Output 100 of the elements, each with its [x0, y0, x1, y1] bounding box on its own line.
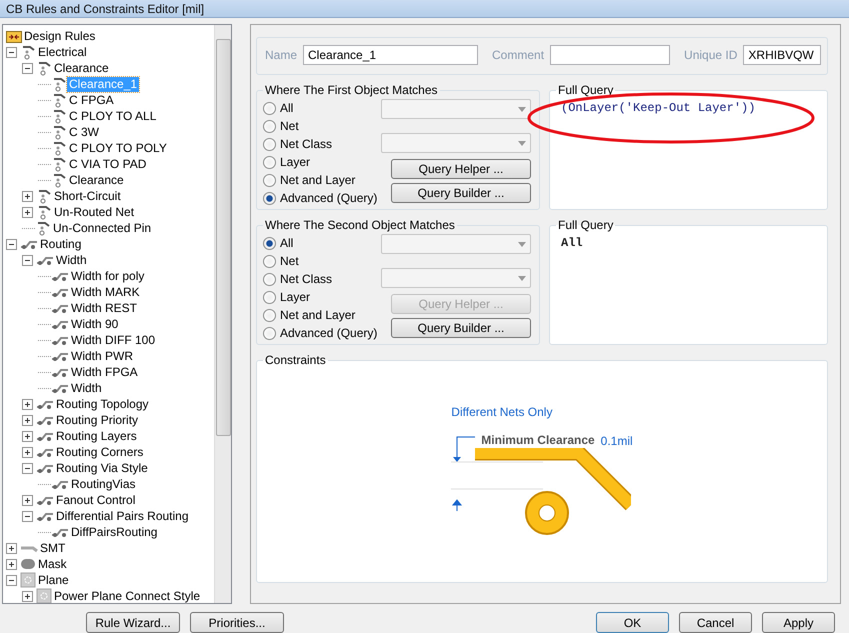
- tree-item[interactable]: Width: [54, 252, 89, 268]
- collapse-icon[interactable]: [6, 238, 17, 250]
- tree-item[interactable]: Routing Topology: [54, 396, 151, 412]
- group-title: Constraints: [264, 353, 327, 367]
- radio-option[interactable]: Net Class: [263, 135, 332, 153]
- expand-icon[interactable]: [6, 542, 17, 554]
- tree-item[interactable]: Routing Via Style: [54, 460, 150, 476]
- query-helper-button[interactable]: Query Helper ...: [391, 159, 531, 179]
- radio-option[interactable]: Advanced (Query): [263, 189, 378, 207]
- tree-item[interactable]: Width for poly: [69, 268, 146, 284]
- radio-option[interactable]: Advanced (Query): [263, 324, 378, 342]
- radio-icon[interactable]: [263, 192, 276, 204]
- tree-item[interactable]: Clearance: [67, 172, 126, 188]
- scope-label[interactable]: Different Nets Only: [451, 405, 633, 419]
- expand-icon[interactable]: [22, 190, 33, 202]
- radio-option[interactable]: Net and Layer: [263, 171, 356, 189]
- tree-item[interactable]: Mask: [36, 556, 69, 572]
- dialog-button[interactable]: Cancel: [679, 612, 752, 633]
- tree-item[interactable]: Width REST: [69, 300, 140, 316]
- radio-icon[interactable]: [263, 236, 276, 250]
- radio-option[interactable]: All: [263, 234, 294, 252]
- tree-item[interactable]: Routing Corners: [54, 444, 146, 460]
- tree-item[interactable]: Power Plane Connect Style: [52, 588, 202, 603]
- collapse-icon[interactable]: [22, 510, 33, 522]
- tree-item[interactable]: Design Rules: [22, 28, 98, 44]
- expand-icon[interactable]: [22, 446, 33, 458]
- tree-item[interactable]: Width PWR: [69, 348, 136, 364]
- radio-icon[interactable]: [263, 120, 276, 132]
- tree-item[interactable]: Width DIFF 100: [69, 332, 158, 348]
- radio-icon[interactable]: [263, 308, 276, 322]
- unique-id-field[interactable]: XRHIBVQW: [743, 45, 822, 65]
- radio-icon[interactable]: [263, 174, 276, 186]
- radio-icon[interactable]: [263, 102, 276, 114]
- expand-icon[interactable]: [22, 414, 33, 426]
- expand-icon[interactable]: [22, 398, 33, 410]
- name-field[interactable]: Clearance_1: [303, 45, 478, 65]
- scrollbar[interactable]: [214, 25, 231, 603]
- tree-item[interactable]: C PLOY TO ALL: [67, 108, 158, 124]
- dialog-button[interactable]: OK: [596, 612, 669, 633]
- expand-icon[interactable]: [22, 430, 33, 442]
- tree-item[interactable]: DiffPairsRouting: [69, 524, 160, 540]
- expand-icon[interactable]: [22, 494, 33, 506]
- plane-icon: [20, 572, 36, 588]
- rule-icon: [51, 124, 67, 140]
- query-text: All: [560, 235, 584, 250]
- comment-field[interactable]: [550, 45, 670, 65]
- expand-icon[interactable]: [22, 206, 33, 218]
- radio-option[interactable]: All: [263, 99, 294, 117]
- radio-icon[interactable]: [263, 156, 276, 168]
- tree-item[interactable]: Routing: [38, 236, 84, 252]
- constraint-value[interactable]: 0.1mil: [600, 427, 633, 448]
- radio-option[interactable]: Layer: [263, 153, 310, 171]
- query-builder-button[interactable]: Query Builder ...: [391, 183, 531, 203]
- radio-option[interactable]: Net: [263, 252, 299, 270]
- rule-icon: [51, 108, 67, 124]
- tree-item[interactable]: RoutingVias: [69, 476, 138, 492]
- collapse-icon[interactable]: [6, 46, 17, 58]
- collapse-icon[interactable]: [6, 574, 17, 586]
- radio-icon[interactable]: [263, 254, 276, 268]
- tree-item[interactable]: C 3W: [67, 124, 101, 140]
- tree-item[interactable]: Width MARK: [69, 284, 142, 300]
- tree-item[interactable]: Width FPGA: [69, 364, 140, 380]
- radio-option[interactable]: Net Class: [263, 270, 332, 288]
- expand-icon[interactable]: [6, 558, 17, 570]
- window-title: CB Rules and Constraints Editor [mil]: [0, 0, 849, 18]
- tree-item[interactable]: Routing Layers: [54, 428, 139, 444]
- folder-icon: [6, 30, 22, 42]
- rule-icon: [51, 76, 67, 92]
- tree-item[interactable]: Un-Routed Net: [52, 204, 136, 220]
- radio-option[interactable]: Net: [263, 117, 299, 135]
- tree-item[interactable]: Routing Priority: [54, 412, 140, 428]
- tree-item[interactable]: C PLOY TO POLY: [67, 140, 169, 156]
- tree-item[interactable]: Width 90: [69, 316, 120, 332]
- track-icon: [36, 510, 54, 522]
- dialog-button[interactable]: Priorities...: [190, 612, 284, 633]
- group-title: Where The First Object Matches: [264, 83, 438, 97]
- tree-item[interactable]: C VIA TO PAD: [67, 156, 148, 172]
- collapse-icon[interactable]: [22, 254, 33, 266]
- tree-item[interactable]: Electrical: [36, 44, 89, 60]
- radio-icon[interactable]: [263, 138, 276, 150]
- tree-item[interactable]: Plane: [36, 572, 71, 588]
- collapse-icon[interactable]: [22, 462, 33, 474]
- dialog-button[interactable]: Apply: [762, 612, 835, 633]
- tree-item[interactable]: Fanout Control: [54, 492, 138, 508]
- query-builder-button[interactable]: Query Builder ...: [391, 318, 531, 338]
- tree-item[interactable]: SMT: [38, 540, 68, 556]
- tree-item[interactable]: Clearance: [52, 60, 111, 76]
- tree-item[interactable]: Short-Circuit: [52, 188, 123, 204]
- dialog-button[interactable]: Rule Wizard...: [86, 612, 180, 633]
- radio-icon[interactable]: [263, 290, 276, 304]
- radio-option[interactable]: Layer: [263, 288, 310, 306]
- radio-option[interactable]: Net and Layer: [263, 306, 356, 324]
- expand-icon[interactable]: [22, 590, 33, 602]
- tree-item[interactable]: Width: [69, 380, 104, 396]
- tree-item[interactable]: Un-Connected Pin: [51, 220, 154, 236]
- tree-item[interactable]: Differential Pairs Routing: [54, 508, 191, 524]
- radio-icon[interactable]: [263, 326, 276, 340]
- radio-icon[interactable]: [263, 272, 276, 286]
- collapse-icon[interactable]: [22, 62, 33, 74]
- tree-item[interactable]: C FPGA: [67, 92, 116, 108]
